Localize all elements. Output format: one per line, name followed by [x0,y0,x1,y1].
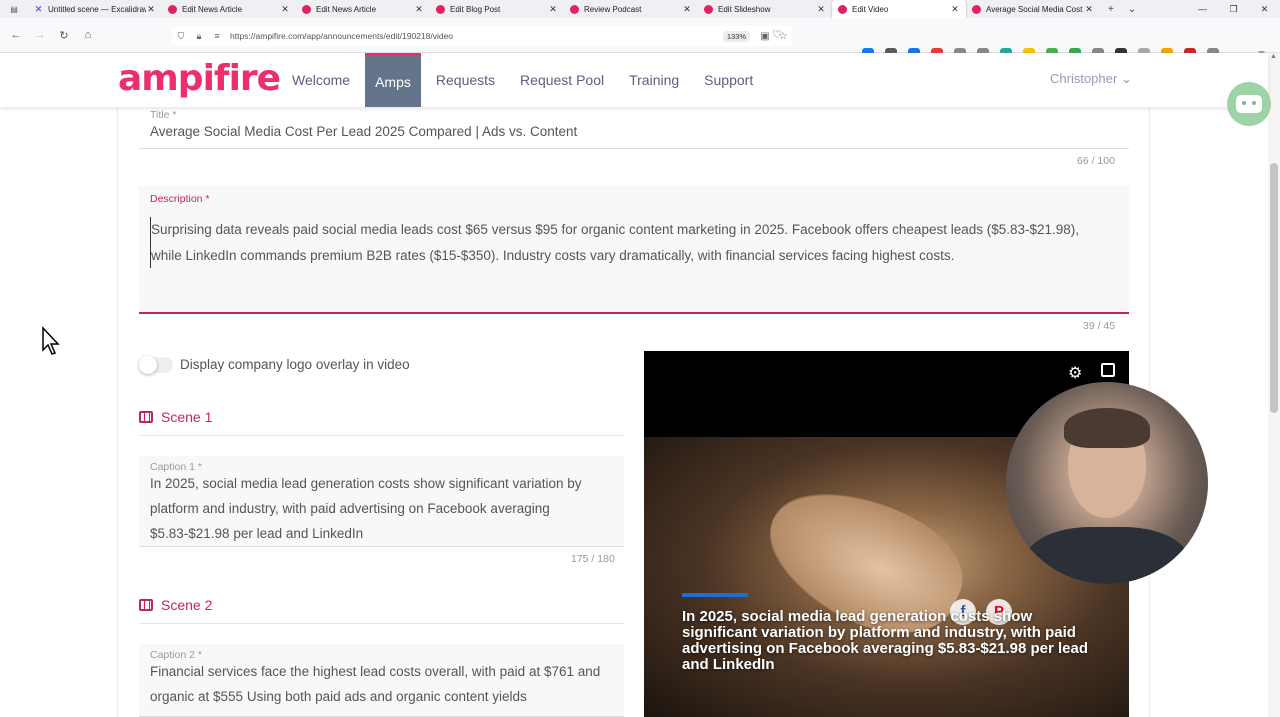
browser-tab[interactable]: ✕ Untitled scene — Excalidraw ✕ [28,0,162,18]
chat-bot-icon[interactable] [1227,82,1271,126]
chevron-down-icon[interactable]: ⌄ [1128,4,1136,15]
tab-title: Edit News Article [182,4,243,14]
description-textarea[interactable]: Surprising data reveals paid social medi… [150,217,1110,269]
scrollbar-thumb[interactable] [1270,163,1278,413]
close-window-icon[interactable]: ✕ [1249,0,1280,18]
page-scrollbar[interactable]: ▲ [1268,53,1280,717]
video-caption: In 2025, social media lead generation co… [682,608,1089,673]
tab-title: Edit Slideshow [718,4,771,14]
browser-tab[interactable]: Edit News Article ✕ [162,0,296,18]
tab-title: Edit Blog Post [450,4,501,14]
nav-item-support[interactable]: Support [694,53,763,107]
webcam-overlay [1006,382,1208,584]
tab-list-icon[interactable]: ▤ [0,5,28,14]
browser-tab[interactable]: Average Social Media Cost ✕ [966,0,1100,18]
nav-item-welcome[interactable]: Welcome [282,53,360,107]
tab-title: Review Podcast [584,4,642,14]
ampifire-icon [972,4,981,14]
ampifire-icon [436,4,445,14]
film-icon [139,599,153,611]
scene-divider [139,623,624,624]
caption-textarea[interactable]: In 2025, social media lead generation co… [150,471,620,546]
navigation-toolbar: ← → ↻ ⌂ ⛉ 🔒︎ ≡ https://ampifire.com/app/… [0,18,1280,61]
title-underline [139,148,1129,149]
ampifire-icon [168,4,177,14]
fullscreen-icon[interactable] [1101,363,1115,377]
nav-item-requests[interactable]: Requests [426,53,505,107]
ampifire-icon [302,4,311,14]
close-tab-icon[interactable]: ✕ [146,4,156,15]
tab-title: Edit Video [852,4,889,14]
film-icon [139,411,153,423]
tab-title: Average Social Media Cost [986,4,1083,14]
close-tab-icon[interactable]: ✕ [816,4,826,15]
forward-icon[interactable]: → [28,29,52,41]
restore-icon[interactable]: ❐ [1218,0,1249,18]
gear-icon[interactable]: ⚙ [1068,363,1082,383]
caption-textarea[interactable]: Financial services face the highest lead… [150,659,620,709]
scene-heading: Scene 1 [139,407,624,427]
chevron-down-icon: ⌄ [1120,71,1132,86]
title-counter: 66 / 100 [1077,155,1115,167]
scene-title: Scene 1 [161,409,213,425]
user-menu[interactable]: Christopher ⌄ [1050,71,1132,87]
permissions-icon[interactable]: ≡ [208,31,226,41]
close-tab-icon[interactable]: ✕ [280,4,290,15]
close-tab-icon[interactable]: ✕ [414,4,424,15]
browser-tab[interactable]: Edit Slideshow ✕ [698,0,832,18]
description-label: Description * [150,193,210,205]
close-tab-icon[interactable]: ✕ [682,4,692,15]
new-tab-icon[interactable]: + [1108,4,1114,15]
title-label: Title * [150,109,177,121]
zoom-level[interactable]: 133% [722,30,750,42]
mouse-cursor-icon [42,326,60,355]
app-header: ampifire Welcome Amps Requests Request P… [0,53,1268,107]
nav-item-request-pool[interactable]: Request Pool [510,53,614,107]
ampifire-logo[interactable]: ampifire [118,58,281,99]
url-text[interactable]: https://ampifire.com/app/announcements/e… [226,31,723,41]
title-input[interactable]: Average Social Media Cost Per Lead 2025 … [150,124,577,139]
back-icon[interactable]: ← [4,29,28,41]
ampifire-icon [838,4,847,14]
scroll-up-icon[interactable]: ▲ [1270,53,1277,60]
browser-tab[interactable]: Review Podcast ✕ [564,0,698,18]
close-tab-icon[interactable]: ✕ [950,4,960,15]
logo-overlay-label: Display company logo overlay in video [180,357,410,372]
caption-counter: 175 / 180 [571,553,615,565]
browser-tab[interactable]: Edit Blog Post ✕ [430,0,564,18]
close-tab-icon[interactable]: ✕ [1084,4,1094,15]
nav-item-amps[interactable]: Amps [365,53,421,107]
description-counter: 39 / 45 [1083,320,1116,332]
address-bar[interactable]: ⛉ 🔒︎ ≡ https://ampifire.com/app/announce… [172,26,792,46]
browser-tab-active[interactable]: Edit Video ✕ [832,0,966,18]
tab-title: Edit News Article [316,4,377,14]
tab-title: Untitled scene — Excalidraw [48,4,146,14]
ampifire-icon [704,4,713,14]
user-name: Christopher [1050,71,1118,86]
scene-heading: Scene 2 [139,595,624,615]
nav-item-training[interactable]: Training [619,53,689,107]
scene-title: Scene 2 [161,597,213,613]
excalidraw-icon: ✕ [34,3,43,14]
browser-tab-strip: ▤ ✕ Untitled scene — Excalidraw ✕ Edit New… [0,0,1280,18]
scene-divider [139,435,624,436]
shield-icon[interactable]: ⛉ [172,31,190,42]
caption-accent-bar [682,593,748,597]
minimize-icon[interactable]: — [1187,0,1218,18]
browser-tab[interactable]: Edit News Article ✕ [296,0,430,18]
close-tab-icon[interactable]: ✕ [548,4,558,15]
main-nav: Welcome Amps Requests Request Pool Train… [282,53,768,107]
reload-icon[interactable]: ↻ [52,29,76,42]
ampifire-icon [570,4,579,14]
logo-overlay-toggle[interactable] [139,356,173,374]
pocket-icon[interactable]: ♡ [765,28,789,41]
lock-icon[interactable]: 🔒︎ [190,31,208,42]
home-icon[interactable]: ⌂ [76,29,100,41]
